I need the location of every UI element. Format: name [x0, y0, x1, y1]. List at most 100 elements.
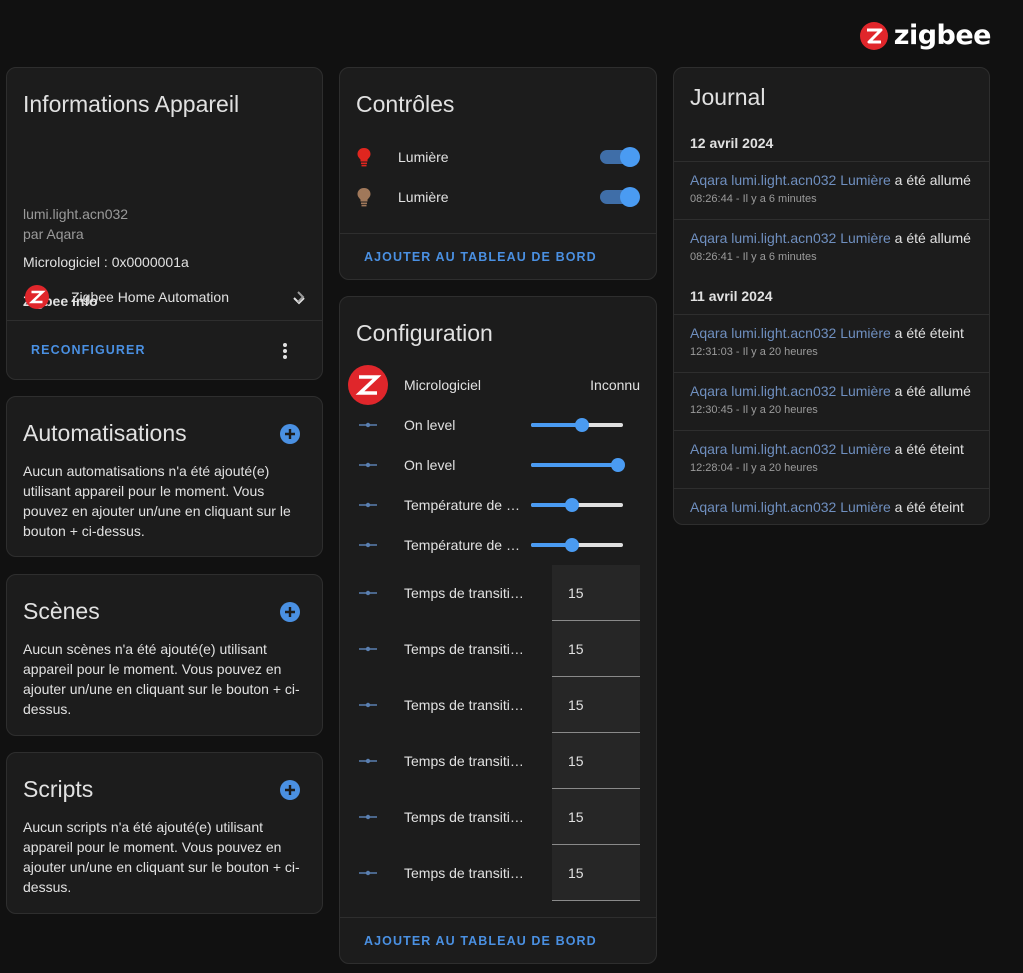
- controls-card: Contrôles Lumière Lumière AJOUTER AU TAB…: [339, 67, 657, 280]
- plus-icon: [285, 429, 295, 439]
- light-toggle[interactable]: [600, 147, 640, 167]
- card-divider: [7, 320, 322, 321]
- on-level-slider[interactable]: [531, 418, 623, 432]
- zigbee-logo: zigbee: [859, 20, 992, 51]
- tune-icon: [356, 812, 380, 822]
- zha-icon: [25, 285, 49, 309]
- journal-action: a été éteint: [890, 499, 964, 515]
- tune-icon: [356, 588, 380, 598]
- transition-time-input[interactable]: 15: [552, 565, 640, 621]
- reconfigure-button[interactable]: RECONFIGURER: [31, 343, 146, 357]
- tune-icon: [356, 868, 380, 878]
- journal-entity-link[interactable]: Aqara lumi.light.acn032 Lumière: [690, 230, 891, 246]
- slider-row: Température de couleur: [356, 485, 640, 525]
- scripts-title: Scripts: [23, 776, 94, 802]
- control-row[interactable]: Lumière: [356, 142, 640, 172]
- transition-time-input[interactable]: 15: [552, 733, 640, 789]
- number-label: Temps de transition: [404, 809, 524, 825]
- plus-icon: [285, 607, 295, 617]
- light-toggle[interactable]: [600, 187, 640, 207]
- number-row: Temps de transition 15: [356, 677, 640, 733]
- number-label: Temps de transition: [404, 753, 524, 769]
- tune-icon: [356, 644, 380, 654]
- scripts-description: Aucun scripts n'a été ajouté(e) utilisan…: [23, 819, 300, 895]
- control-label: Lumière: [398, 189, 449, 205]
- journal-date: 11 avril 2024: [690, 288, 773, 304]
- on-level-slider[interactable]: [531, 458, 626, 472]
- scenes-description: Aucun scènes n'a été ajouté(e) utilisant…: [23, 641, 300, 717]
- journal-entry: Aqara lumi.light.acn032 Lumière a été ét…: [674, 430, 989, 488]
- add-automation-button[interactable]: [280, 424, 300, 444]
- journal-entry: Aqara lumi.light.acn032 Lumière a été al…: [674, 219, 989, 277]
- tune-icon: [356, 700, 380, 710]
- device-firmware: Micrologiciel : 0x0000001a: [23, 254, 189, 270]
- automations-title: Automatisations: [23, 420, 187, 446]
- transition-time-input[interactable]: 15: [552, 677, 640, 733]
- plus-icon: [285, 785, 295, 795]
- color-temperature-slider[interactable]: [531, 538, 623, 552]
- transition-time-input[interactable]: 15: [552, 845, 640, 901]
- slider-label: Température de couleur: [404, 537, 524, 553]
- integration-link[interactable]: Zigbee Home Automation: [7, 278, 322, 316]
- transition-time-input[interactable]: 15: [552, 789, 640, 845]
- control-label: Lumière: [398, 149, 449, 165]
- firmware-value: Inconnu: [590, 377, 640, 393]
- add-to-dashboard-button[interactable]: AJOUTER AU TABLEAU DE BORD: [364, 934, 597, 948]
- journal-action: a été allumé: [890, 383, 971, 399]
- scripts-card: Scripts Aucun scripts n'a été ajouté(e) …: [6, 752, 323, 914]
- card-divider: [340, 917, 656, 918]
- journal-time: 08:26:41 - Il y a 6 minutes: [690, 251, 817, 263]
- slider-row: On level: [356, 405, 640, 445]
- journal-entity-link[interactable]: Aqara lumi.light.acn032 Lumière: [690, 325, 891, 341]
- journal-card: Journal 12 avril 2024 Aqara lumi.light.a…: [673, 67, 990, 525]
- journal-time: 08:26:44 - Il y a 6 minutes: [690, 193, 817, 205]
- bulb-red-icon: [357, 148, 371, 167]
- slider-label: On level: [404, 457, 456, 473]
- tune-icon: [356, 420, 380, 430]
- journal-action: a été éteint: [890, 441, 964, 457]
- tune-icon: [356, 460, 380, 470]
- journal-entity-link[interactable]: Aqara lumi.light.acn032 Lumière: [690, 441, 891, 457]
- scenes-title: Scènes: [23, 598, 100, 624]
- journal-title: Journal: [690, 84, 766, 110]
- tune-icon: [356, 540, 380, 550]
- device-model: lumi.light.acn032: [23, 206, 129, 222]
- controls-title: Contrôles: [356, 91, 455, 117]
- journal-action: a été allumé: [890, 172, 971, 188]
- number-label: Temps de transition: [404, 585, 524, 601]
- number-row: Temps de transition 15: [356, 845, 640, 901]
- journal-entry: Aqara lumi.light.acn032 Lumière a été al…: [674, 372, 989, 430]
- journal-time: 12:28:04 - Il y a 20 heures: [690, 462, 818, 474]
- number-label: Temps de transition: [404, 865, 524, 881]
- add-scene-button[interactable]: [280, 602, 300, 622]
- chevron-right-icon: [297, 291, 305, 303]
- number-label: Temps de transition: [404, 697, 524, 713]
- color-temperature-slider[interactable]: [531, 498, 623, 512]
- configuration-title: Configuration: [356, 320, 493, 346]
- configuration-card: Configuration Micrologiciel Inconnu On l…: [339, 296, 657, 964]
- device-info-card: Informations Appareil lumi.light.acn032 …: [6, 67, 323, 380]
- automations-description: Aucun automatisations n'a été ajouté(e) …: [23, 463, 291, 539]
- add-script-button[interactable]: [280, 780, 300, 800]
- card-divider: [340, 233, 656, 234]
- integration-label: Zigbee Home Automation: [71, 289, 229, 305]
- more-options-icon[interactable]: [278, 340, 292, 362]
- number-row: Temps de transition 15: [356, 733, 640, 789]
- scenes-card: Scènes Aucun scènes n'a été ajouté(e) ut…: [6, 574, 323, 736]
- journal-action: a été éteint: [890, 325, 964, 341]
- firmware-row[interactable]: Micrologiciel Inconnu: [348, 365, 640, 405]
- add-to-dashboard-button[interactable]: AJOUTER AU TABLEAU DE BORD: [364, 250, 597, 264]
- control-row[interactable]: Lumière: [356, 182, 640, 212]
- firmware-label: Micrologiciel: [404, 377, 482, 393]
- journal-entity-link[interactable]: Aqara lumi.light.acn032 Lumière: [690, 172, 891, 188]
- journal-entity-link[interactable]: Aqara lumi.light.acn032 Lumière: [690, 383, 891, 399]
- zigbee-firmware-icon: [348, 365, 388, 405]
- zigbee-logo-text: zigbee: [893, 20, 992, 51]
- slider-label: Température de couleur: [404, 497, 524, 513]
- transition-time-input[interactable]: 15: [552, 621, 640, 677]
- journal-action: a été allumé: [890, 230, 971, 246]
- journal-time: 12:30:45 - Il y a 20 heures: [690, 404, 818, 416]
- journal-entry: Aqara lumi.light.acn032 Lumière a été al…: [674, 161, 989, 219]
- journal-entity-link[interactable]: Aqara lumi.light.acn032 Lumière: [690, 499, 891, 515]
- journal-time: 12:31:03 - Il y a 20 heures: [690, 346, 818, 358]
